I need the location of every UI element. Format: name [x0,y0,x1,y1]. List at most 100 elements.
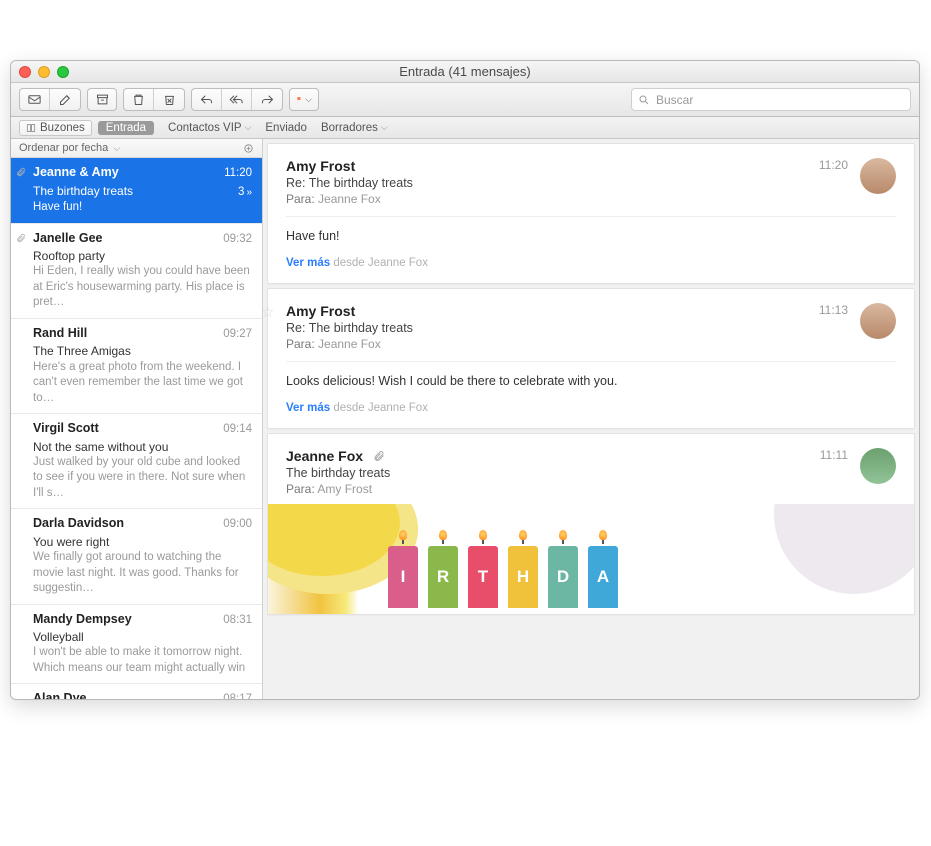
message-list-item[interactable]: Janelle Gee 09:32Rooftop partyHi Eden, I … [11,224,262,319]
conversation-from: Jeanne Fox [286,448,808,464]
attachment-icon [16,231,26,241]
conversation-body: Have fun! [286,229,896,243]
message-list-item[interactable]: Darla Davidson 09:00You were rightWe fina… [11,509,262,604]
message-subject: You were right [33,534,252,550]
conversation-message[interactable]: ☆Amy FrostRe: The birthday treatsPara: J… [267,288,915,429]
message-list-item[interactable]: Jeanne & Amy 11:20 The birthday treats 3 »H… [11,158,262,224]
reply-all-button[interactable] [222,89,252,110]
conversation-to: Para: Jeanne Fox [286,337,807,351]
message-sender: Janelle Gee [33,230,103,247]
candle-letter: A [588,546,618,608]
message-list-item[interactable]: Rand Hill 09:27The Three AmigasHere's a g… [11,319,262,414]
forward-button[interactable] [252,89,282,110]
filter-icon[interactable] [243,143,254,154]
sort-bar[interactable]: Ordenar por fecha ⌵ [11,139,262,158]
fav-contactos-vip[interactable]: Contactos VIP ⌵ [168,122,251,134]
conversation-message[interactable]: Jeanne Fox The birthday treats Para: Amy F… [267,433,915,615]
candle-letter: T [468,546,498,608]
flag-button[interactable]: ⌵ [289,88,319,111]
message-time: 09:14 [223,422,252,438]
fav-borradores[interactable]: Borradores ⌵ [321,122,388,134]
message-preview: Here's a great photo from the weekend. I… [33,360,252,407]
message-time: 09:32 [223,232,252,248]
candle-letter: R [428,546,458,608]
chevron-down-icon: ⌵ [245,122,252,133]
search-input[interactable]: Buscar [631,88,911,111]
message-sender: Alan Dye [33,690,87,699]
star-icon[interactable]: ☆ [263,303,274,321]
message-sender: Jeanne & Amy [33,164,119,181]
conversation-time: 11:11 [820,448,848,462]
conversation-subject: Re: The birthday treats [286,321,807,335]
mailboxes-button[interactable]: Buzones [19,120,92,136]
conversation-to: Para: Jeanne Fox [286,192,807,206]
message-time: 08:17 [223,692,252,699]
message-time: 11:20 [224,166,252,182]
message-sender: Mandy Dempsey [33,611,132,628]
conversation-subject: The birthday treats [286,466,808,480]
conversation-from: Amy Frost [286,303,807,319]
see-more-link[interactable]: Ver más desde Jeanne Fox [286,402,896,414]
conversation-to: Para: Amy Frost [286,482,808,496]
compose-button[interactable] [50,89,80,110]
message-subject: The Three Amigas [33,343,252,359]
chevron-down-icon: ⌵ [305,94,312,105]
message-list-item[interactable]: Alan Dye08:17Vacation photosIt looks lik… [11,684,262,699]
message-list-pane: Ordenar por fecha ⌵ Jeanne & Amy 11:20 The… [11,139,263,699]
message-preview: Just walked by your old cube and looked … [33,455,252,502]
window-title: Entrada (41 mensajes) [11,64,919,79]
message-preview: Hi Eden, I really wish you could have be… [33,264,252,311]
candle-letter: D [548,546,578,608]
message-list[interactable]: Jeanne & Amy11:20The birthday treats3 »H… [11,158,262,699]
fav-enviado[interactable]: Enviado [265,122,307,134]
get-mail-button[interactable] [20,89,50,110]
titlebar: Entrada (41 mensajes) [11,61,919,83]
conversation-body: Looks delicious! Wish I could be there t… [286,374,896,388]
search-icon [638,94,650,106]
attachment-image: IRTHDA [268,504,914,614]
message-sender: Darla Davidson [33,515,124,532]
candle-letter: H [508,546,538,608]
thread-count: 3 » [238,185,252,201]
message-preview: Have fun! [33,200,252,216]
conversation-pane[interactable]: Amy Frost Re: The birthday treats Para: Je… [263,139,919,699]
toolbar: ⌵ Buscar [11,83,919,117]
message-preview: I won't be able to make it tomorrow nigh… [33,645,252,676]
favorites-bar: Buzones Entrada Contactos VIP ⌵ Enviado … [11,117,919,139]
conversation-message[interactable]: Amy Frost Re: The birthday treats Para: Je… [267,143,915,284]
archive-button[interactable] [87,88,117,111]
delete-group [123,88,185,111]
body-split: Ordenar por fecha ⌵ Jeanne & Amy 11:20 The… [11,139,919,699]
chevron-down-icon: ⌵ [381,122,388,133]
message-time: 09:27 [223,327,252,343]
conversation-time: 11:13 [819,303,848,317]
conversation-from: Amy Frost [286,158,807,174]
conversation-subject: Re: The birthday treats [286,176,807,190]
delete-button[interactable] [124,89,154,110]
message-preview: We finally got around to watching the mo… [33,550,252,597]
message-subject: Rooftop party [33,248,252,264]
message-subject: Not the same without you [33,439,252,455]
avatar [860,448,896,484]
avatar [860,158,896,194]
avatar [860,303,896,339]
inbox-compose-group [19,88,81,111]
conversation-time: 11:20 [819,158,848,172]
message-subject: The birthday treats [33,183,133,199]
message-sender: Virgil Scott [33,420,99,437]
message-list-item[interactable]: Mandy Dempsey 08:31VolleyballI won't be a… [11,605,262,685]
candle-letter: I [388,546,418,608]
message-time: 08:31 [223,613,252,629]
message-sender: Rand Hill [33,325,87,342]
junk-button[interactable] [154,89,184,110]
reply-button[interactable] [192,89,222,110]
fav-entrada[interactable]: Entrada [98,121,154,135]
reply-group [191,88,283,111]
message-subject: Volleyball [33,629,252,645]
attachment-icon [16,165,26,175]
message-time: 09:00 [223,517,252,533]
chevron-down-icon: ⌵ [113,143,120,153]
message-list-item[interactable]: Virgil Scott 09:14Not the same without yo… [11,414,262,509]
see-more-link[interactable]: Ver más desde Jeanne Fox [286,257,896,269]
mail-window: Entrada (41 mensajes) [10,60,920,700]
